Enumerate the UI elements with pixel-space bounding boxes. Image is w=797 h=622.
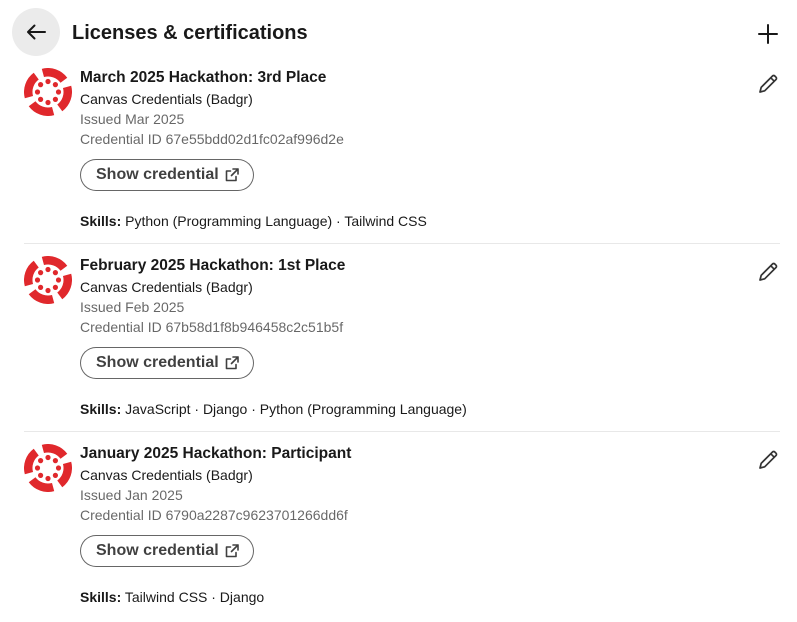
licenses-certifications-page: Licenses & certifications March 2025 Hac…	[0, 0, 797, 622]
certification-title: February 2025 Hackathon: 1st Place	[80, 257, 346, 274]
credential-id: Credential ID 67b58d1f8b946458c2c51b5f	[80, 319, 344, 335]
certification-issuer: Canvas Credentials (Badgr)	[80, 467, 253, 483]
add-certification-button[interactable]	[748, 14, 788, 54]
show-credential-button[interactable]: Show credential	[80, 159, 254, 191]
show-credential-label: Show credential	[96, 166, 219, 183]
certification-issuer: Canvas Credentials (Badgr)	[80, 279, 253, 295]
plus-icon	[758, 24, 778, 44]
skills-label: Skills:	[80, 401, 122, 417]
skills-list: JavaScript · Django · Python (Programmin…	[125, 401, 467, 417]
divider	[24, 431, 780, 432]
pencil-icon	[759, 74, 778, 93]
arrow-left-icon	[27, 24, 46, 40]
certification-details: January 2025 Hackathon: Participant Canv…	[80, 444, 740, 607]
certification-title: March 2025 Hackathon: 3rd Place	[80, 69, 327, 86]
credential-id: Credential ID 6790a2287c9623701266dd6f	[80, 507, 348, 523]
skills-line: Skills: JavaScript · Django · Python (Pr…	[80, 399, 740, 419]
skills-label: Skills:	[80, 589, 122, 605]
edit-button[interactable]	[752, 444, 784, 476]
edit-button[interactable]	[752, 68, 784, 100]
credential-id: Credential ID 67e55bdd02d1fc02af996d2e	[80, 131, 344, 147]
divider	[24, 243, 780, 244]
show-credential-button[interactable]: Show credential	[80, 535, 254, 567]
certification-title: January 2025 Hackathon: Participant	[80, 445, 352, 462]
external-link-icon	[225, 356, 239, 370]
certification-details: March 2025 Hackathon: 3rd Place Canvas C…	[80, 68, 740, 231]
pencil-icon	[759, 262, 778, 281]
show-credential-label: Show credential	[96, 542, 219, 559]
issue-date: Issued Jan 2025	[80, 487, 183, 503]
certification-issuer: Canvas Credentials (Badgr)	[80, 91, 253, 107]
skills-list: Python (Programming Language) · Tailwind…	[125, 213, 427, 229]
skills-line: Skills: Python (Programming Language) · …	[80, 211, 740, 231]
external-link-icon	[225, 544, 239, 558]
canvas-credentials-logo-icon	[24, 256, 72, 304]
skills-line: Skills: Tailwind CSS · Django	[80, 587, 740, 607]
issue-date: Issued Mar 2025	[80, 111, 185, 127]
issue-date: Issued Feb 2025	[80, 299, 185, 315]
certification-details: February 2025 Hackathon: 1st Place Canva…	[80, 256, 740, 419]
back-button[interactable]	[12, 8, 60, 56]
skills-label: Skills:	[80, 213, 122, 229]
pencil-icon	[759, 450, 778, 469]
canvas-credentials-logo-icon	[24, 444, 72, 492]
canvas-credentials-logo-icon	[24, 68, 72, 116]
external-link-icon	[225, 168, 239, 182]
edit-button[interactable]	[752, 256, 784, 288]
show-credential-label: Show credential	[96, 354, 219, 371]
skills-list: Tailwind CSS · Django	[124, 589, 265, 605]
show-credential-button[interactable]: Show credential	[80, 347, 254, 379]
page-header: Licenses & certifications	[0, 0, 797, 68]
page-title: Licenses & certifications	[72, 22, 308, 44]
